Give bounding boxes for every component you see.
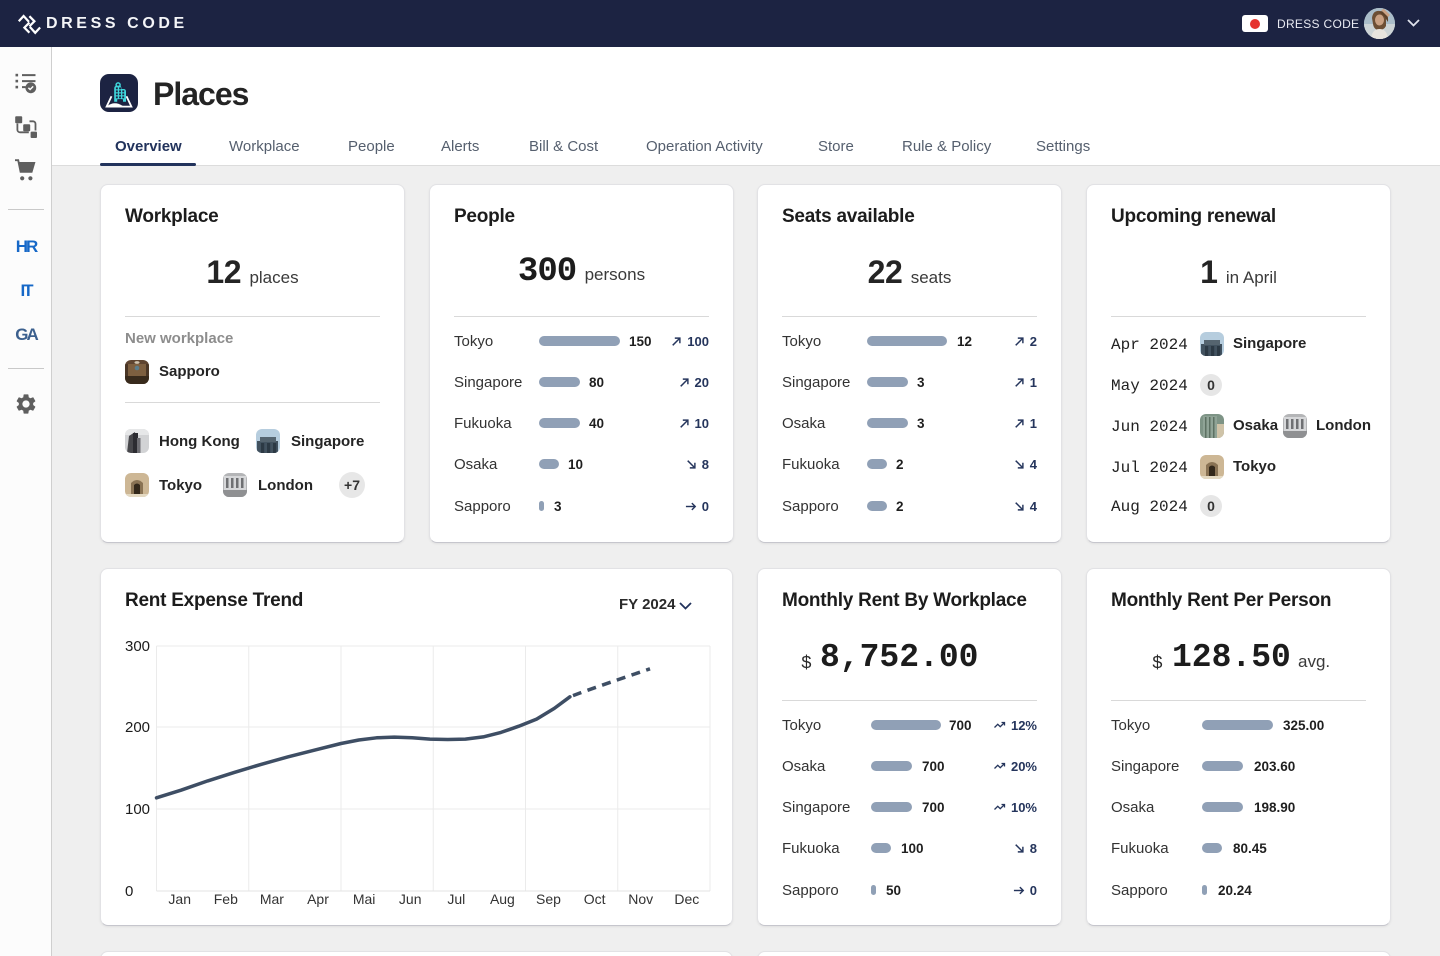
svg-text:Mai: Mai bbox=[353, 891, 376, 907]
svg-text:Jul: Jul bbox=[447, 891, 465, 907]
svg-text:Mar: Mar bbox=[260, 891, 284, 907]
svg-text:0: 0 bbox=[125, 883, 133, 900]
svg-text:Feb: Feb bbox=[214, 891, 238, 907]
svg-text:Aug: Aug bbox=[490, 891, 515, 907]
svg-text:Apr: Apr bbox=[307, 891, 329, 907]
svg-text:Dec: Dec bbox=[674, 891, 699, 907]
svg-text:100: 100 bbox=[125, 801, 150, 818]
svg-text:200: 200 bbox=[125, 719, 150, 736]
svg-text:Nov: Nov bbox=[628, 891, 653, 907]
svg-text:Oct: Oct bbox=[584, 891, 606, 907]
svg-text:Sep: Sep bbox=[536, 891, 561, 907]
svg-text:300: 300 bbox=[125, 639, 150, 655]
svg-text:Jan: Jan bbox=[168, 891, 191, 907]
svg-text:Jun: Jun bbox=[399, 891, 422, 907]
